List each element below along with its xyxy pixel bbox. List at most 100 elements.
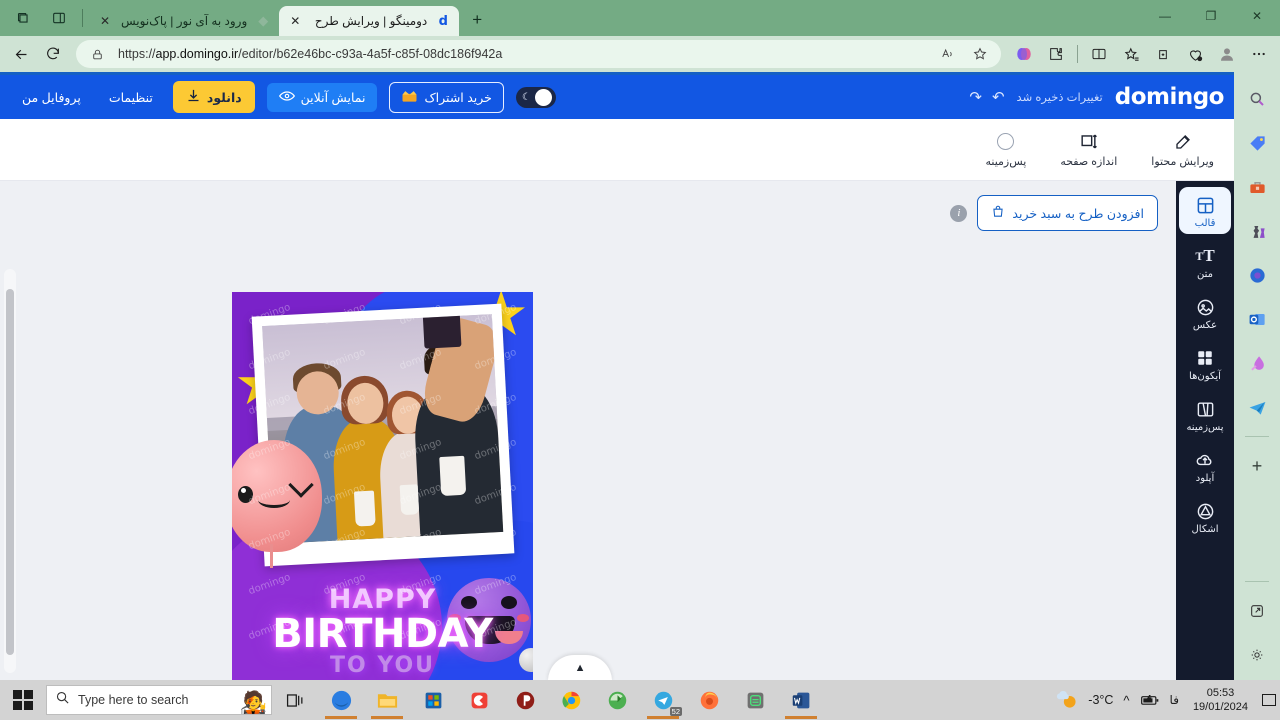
copilot-icon[interactable] xyxy=(1009,40,1039,68)
maximize-button[interactable]: ❐ xyxy=(1188,0,1234,32)
search-icon[interactable] xyxy=(1242,84,1272,114)
panel-item-background[interactable]: پس‌زمینه xyxy=(1179,391,1231,438)
favorites-icon[interactable] xyxy=(1116,40,1146,68)
taskbar-app-internet-download-manager[interactable] xyxy=(594,680,640,720)
panel-item-text[interactable]: TT متن xyxy=(1179,238,1231,285)
telegram-icon[interactable] xyxy=(1242,392,1272,422)
settings-more-icon[interactable] xyxy=(1244,40,1274,68)
eye-icon xyxy=(278,90,295,105)
extensions-icon[interactable] xyxy=(1041,40,1071,68)
tray-overflow-icon[interactable]: ^ xyxy=(1123,693,1129,708)
new-tab-button[interactable]: + xyxy=(463,6,491,34)
weather-partly-cloudy-icon[interactable] xyxy=(1056,691,1078,709)
screen: ◆ ورود به آی نور | پاک‌نویس ✕ d دومینگو … xyxy=(0,0,1280,720)
clock-date: 19/01/2024 xyxy=(1192,701,1248,713)
taskbar-app-notes[interactable] xyxy=(732,680,778,720)
open-in-window-icon[interactable] xyxy=(1242,596,1272,626)
panel-item-label: آپلود xyxy=(1195,473,1215,484)
dark-mode-toggle[interactable]: ☾ xyxy=(515,86,556,108)
search-highlight-image: 🧑‍🎤 xyxy=(239,690,267,715)
resize-page-icon xyxy=(1079,132,1098,152)
favorite-star-icon[interactable] xyxy=(965,40,995,68)
taskbar-app-firefox[interactable] xyxy=(686,680,732,720)
subscribe-button[interactable]: خرید اشتراک xyxy=(389,81,504,113)
weather-temperature[interactable]: -3°C xyxy=(1088,693,1113,707)
collections-add-icon[interactable] xyxy=(1148,40,1178,68)
poster-headline-main[interactable]: BIRTHDAY xyxy=(232,611,533,657)
domingo-favicon: d xyxy=(438,13,448,29)
system-tray: -3°C ^ فا 05:53 19/01/2024 xyxy=(1056,686,1280,714)
notification-icon[interactable] xyxy=(1262,694,1276,706)
games-icon[interactable] xyxy=(1242,216,1272,246)
settings-link[interactable]: تنظیمات xyxy=(101,86,161,109)
split-screen-icon[interactable] xyxy=(46,5,72,31)
tab-inoor[interactable]: ◆ ورود به آی نور | پاک‌نویس ✕ xyxy=(89,6,279,36)
canvas-scrollbar[interactable] xyxy=(4,269,16,673)
copilot-icon[interactable] xyxy=(1242,260,1272,290)
workspace: قالب TT متن عکس آیکون‌ها xyxy=(0,181,1234,680)
panel-item-image[interactable]: عکس xyxy=(1179,289,1231,336)
canvas-area[interactable]: افزودن طرح به سبد خرید i ★ ★ xyxy=(0,181,1176,680)
poster-text-block: HAPPY BIRTHDAY TO YOU متن توضیحی خود درم… xyxy=(232,584,533,680)
gear-icon[interactable] xyxy=(1242,640,1272,670)
outlook-icon[interactable] xyxy=(1242,304,1272,334)
taskbar-app-chrome[interactable] xyxy=(548,680,594,720)
refresh-icon[interactable] xyxy=(38,40,68,68)
taskbar-search-box[interactable]: Type here to search 🧑‍🎤 xyxy=(46,685,272,715)
profile-icon[interactable] xyxy=(1212,40,1242,68)
split-screen-icon[interactable] xyxy=(1084,40,1114,68)
close-icon[interactable]: ✕ xyxy=(287,13,303,29)
tool-edit-content[interactable]: ویرایش محتوا xyxy=(1145,129,1220,171)
photo-cup xyxy=(439,455,467,496)
taskbar-app-file-explorer[interactable] xyxy=(364,680,410,720)
battery-charging-icon[interactable] xyxy=(1140,693,1160,707)
drop-icon[interactable] xyxy=(1242,348,1272,378)
my-profile-link[interactable]: پروفایل من xyxy=(14,86,89,109)
address-bar[interactable]: https://app.domingo.ir/editor/b62e46bc-c… xyxy=(76,40,1001,68)
shopping-tag-icon[interactable] xyxy=(1242,128,1272,158)
tools-icon[interactable] xyxy=(1242,172,1272,202)
search-icon xyxy=(55,690,70,710)
poster-canvas[interactable]: ★ ★ xyxy=(232,292,533,680)
taskbar-app-cleaner[interactable] xyxy=(456,680,502,720)
info-badge[interactable]: i xyxy=(950,204,968,222)
tool-label: ویرایش محتوا xyxy=(1151,155,1214,168)
toggle-knob xyxy=(534,88,552,106)
back-icon[interactable] xyxy=(6,40,36,68)
taskbar-app-edge[interactable] xyxy=(318,680,364,720)
download-button[interactable]: دانلود xyxy=(172,81,255,113)
template-icon xyxy=(1196,194,1215,216)
panel-item-upload[interactable]: آپلود xyxy=(1179,442,1231,489)
tool-page-size[interactable]: اندازه صفحه xyxy=(1054,129,1123,171)
panel-item-template[interactable]: قالب xyxy=(1179,187,1231,234)
taskbar-app-telegram[interactable]: ^ 52 xyxy=(640,680,686,720)
canvas-action-row: افزودن طرح به سبد خرید i xyxy=(0,195,1176,231)
start-button[interactable] xyxy=(0,680,46,720)
tab-domingo-editor[interactable]: d دومینگو | ویرایش طرح ✕ xyxy=(279,6,460,36)
minimize-button[interactable]: — xyxy=(1142,0,1188,32)
browser-essentials-icon[interactable] xyxy=(1180,40,1210,68)
add-to-cart-button[interactable]: افزودن طرح به سبد خرید xyxy=(977,195,1158,231)
read-aloud-icon[interactable] xyxy=(933,40,963,68)
close-window-button[interactable]: ✕ xyxy=(1234,0,1280,32)
taskbar-app-potplayer[interactable] xyxy=(502,680,548,720)
scrollbar-thumb[interactable] xyxy=(6,289,14,655)
lock-icon[interactable] xyxy=(82,40,112,68)
undo-icon[interactable]: ↶ xyxy=(992,88,1005,106)
tool-background[interactable]: پس‌زمینه xyxy=(979,129,1032,171)
redo-icon[interactable]: ↷ xyxy=(969,88,982,106)
online-preview-button[interactable]: نمایش آنلاین xyxy=(266,82,378,112)
add-sidebar-app-button[interactable]: + xyxy=(1242,451,1272,481)
panel-item-icons[interactable]: آیکون‌ها xyxy=(1179,340,1231,387)
taskbar-app-word[interactable] xyxy=(778,680,824,720)
task-view-button[interactable] xyxy=(272,680,318,720)
tab-title: دومینگو | ویرایش طرح xyxy=(314,14,428,28)
close-icon[interactable]: ✕ xyxy=(97,13,113,29)
collapse-panel-handle[interactable]: ▲ xyxy=(548,655,612,680)
collections-icon[interactable] xyxy=(10,5,36,31)
taskbar-app-microsoft-store[interactable] xyxy=(410,680,456,720)
language-indicator[interactable]: فا xyxy=(1170,693,1179,707)
clock[interactable]: 05:53 19/01/2024 xyxy=(1189,686,1252,714)
panel-item-shapes[interactable]: اشکال xyxy=(1179,493,1231,540)
app-logo[interactable]: domingo xyxy=(1115,84,1225,110)
